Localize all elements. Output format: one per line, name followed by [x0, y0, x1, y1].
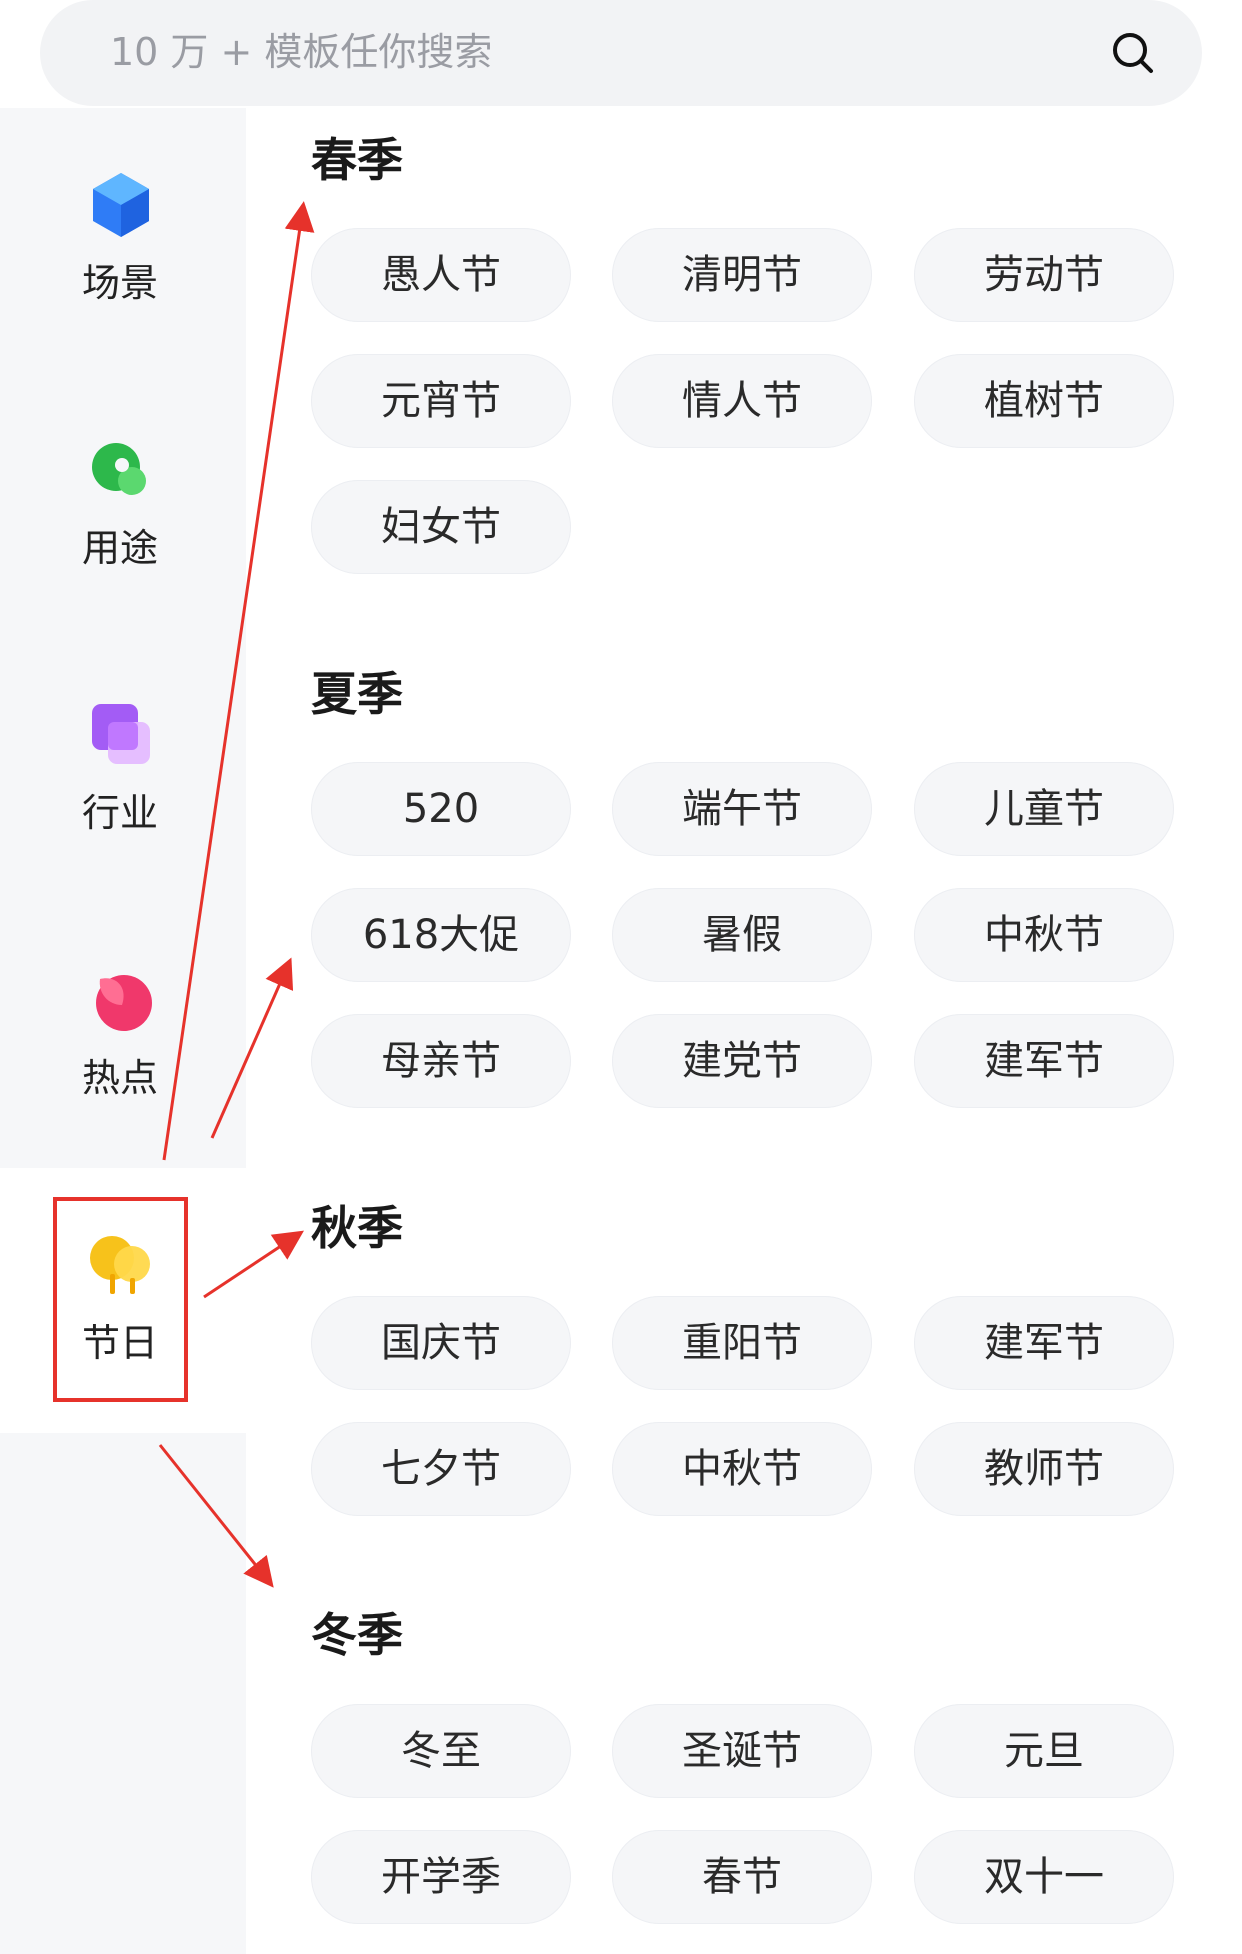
search-input[interactable]: 10 万 + 模板任你搜索	[110, 24, 492, 80]
tag-chip[interactable]: 国庆节	[311, 1296, 571, 1390]
category-sidebar: 场景 用途 行业 热点 节日	[0, 108, 246, 1954]
trees-icon	[90, 1236, 150, 1294]
section-title-autumn: 秋季	[311, 1201, 403, 1255]
tag-chip[interactable]: 圣诞节	[612, 1704, 872, 1798]
tag-chip[interactable]: 双十一	[914, 1830, 1174, 1924]
sidebar-item-label: 热点	[81, 1056, 158, 1100]
search-icon[interactable]	[1108, 28, 1158, 78]
tag-chip[interactable]: 愚人节	[311, 228, 571, 322]
tag-chip[interactable]: 植树节	[914, 354, 1174, 448]
tag-chip[interactable]: 劳动节	[914, 228, 1174, 322]
leaf-icon	[92, 443, 146, 495]
tag-chip[interactable]: 建军节	[914, 1296, 1174, 1390]
sidebar-item-usage[interactable]: 用途	[0, 373, 246, 638]
sidebar-item-label: 场景	[81, 261, 158, 305]
sidebar-item-industry[interactable]: 行业	[0, 638, 246, 903]
tag-chip[interactable]: 教师节	[914, 1422, 1174, 1516]
tag-chip[interactable]: 开学季	[311, 1830, 571, 1924]
tag-chip[interactable]: 冬至	[311, 1704, 571, 1798]
sidebar-item-scene[interactable]: 场景	[0, 108, 246, 373]
tag-chip[interactable]: 中秋节	[914, 888, 1174, 982]
tag-chip[interactable]: 妇女节	[311, 480, 571, 574]
tag-chip[interactable]: 元旦	[914, 1704, 1174, 1798]
tag-chip[interactable]: 情人节	[612, 354, 872, 448]
tag-chip[interactable]: 重阳节	[612, 1296, 872, 1390]
tag-chip[interactable]: 建军节	[914, 1014, 1174, 1108]
tag-chip[interactable]: 儿童节	[914, 762, 1174, 856]
tag-chip[interactable]: 618大促	[311, 888, 571, 982]
sidebar-item-label: 节日	[81, 1321, 158, 1365]
tag-chip[interactable]: 清明节	[612, 228, 872, 322]
tag-chip[interactable]: 春节	[612, 1830, 872, 1924]
tag-chip[interactable]: 暑假	[612, 888, 872, 982]
flame-icon	[96, 975, 152, 1031]
section-title-summer: 夏季	[311, 667, 403, 721]
hexagon-icon	[93, 173, 149, 237]
sidebar-item-holidays[interactable]: 节日	[0, 1168, 246, 1433]
sidebar-item-label: 用途	[81, 526, 158, 570]
section-title-spring: 春季	[311, 133, 403, 187]
stacked-squares-icon	[92, 704, 150, 764]
tag-chip[interactable]: 母亲节	[311, 1014, 571, 1108]
tag-chip[interactable]: 七夕节	[311, 1422, 571, 1516]
sidebar-item-trending[interactable]: 热点	[0, 903, 246, 1168]
tag-chip[interactable]: 端午节	[612, 762, 872, 856]
sidebar-item-label: 行业	[81, 791, 158, 835]
section-title-winter: 冬季	[311, 1608, 403, 1662]
tag-chip[interactable]: 建党节	[612, 1014, 872, 1108]
search-bar[interactable]: 10 万 + 模板任你搜索	[40, 0, 1202, 106]
tag-chip[interactable]: 520	[311, 762, 571, 856]
tag-chip[interactable]: 中秋节	[612, 1422, 872, 1516]
tag-chip[interactable]: 元宵节	[311, 354, 571, 448]
